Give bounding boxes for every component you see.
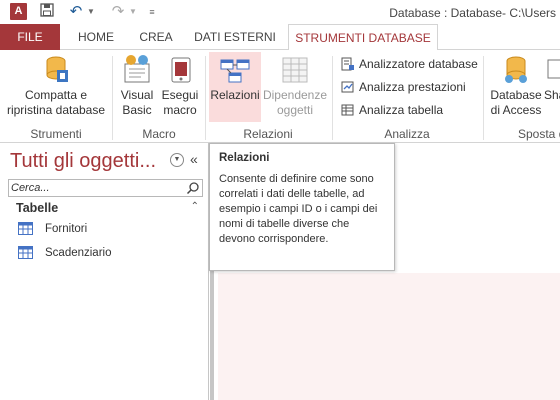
access-app-icon[interactable]: A: [10, 3, 27, 20]
tab-crea[interactable]: CREA: [130, 24, 182, 50]
compact-repair-icon: [40, 52, 72, 86]
group-label-strumenti: Strumenti: [30, 127, 82, 141]
group-label-macro: Macro: [142, 127, 176, 141]
undo-icon[interactable]: ↶: [68, 3, 84, 21]
visual-basic-button[interactable]: Visual Basic: [117, 52, 157, 118]
compact-repair-label-2: ripristina database: [6, 103, 106, 117]
nav-pane-title[interactable]: Tutti gli oggetti...: [10, 150, 156, 173]
tab-strumenti-database[interactable]: STRUMENTI DATABASE: [288, 24, 438, 51]
nav-group-header[interactable]: Tabelle ⌃: [8, 201, 203, 219]
list-item[interactable]: Fornitori: [18, 219, 198, 239]
save-icon[interactable]: [38, 3, 56, 21]
ribbon: Compatta e ripristina database Strumenti…: [0, 50, 560, 143]
analyze-table-icon: [341, 104, 354, 116]
ribbon-separator: [112, 56, 113, 140]
relationships-tooltip: Relazioni Consente di definire come sono…: [209, 143, 395, 271]
run-macro-label-1: Esegui: [161, 88, 199, 102]
visual-basic-label-1: Visual: [120, 88, 154, 102]
analyze-table-button[interactable]: Analizza tabella: [341, 100, 443, 120]
nav-search-box: [8, 179, 203, 197]
list-item-label: Scadenziario: [45, 247, 112, 259]
database-documenter-label: Analizzatore database: [359, 57, 478, 71]
compact-repair-button[interactable]: Compatta e ripristina database: [6, 52, 106, 118]
ribbon-separator: [205, 56, 206, 140]
analyze-performance-icon: [341, 81, 354, 93]
group-label-sposta: Sposta d: [518, 127, 560, 141]
group-label-analizza: Analizza: [384, 127, 430, 141]
relationships-button[interactable]: Relazioni: [209, 52, 261, 122]
access-database-label-1: Database: [490, 88, 542, 102]
ribbon-separator: [332, 56, 333, 140]
relationships-label: Relazioni: [210, 88, 260, 102]
nav-group-label: Tabelle: [16, 201, 59, 215]
collapse-group-icon[interactable]: ⌃: [191, 201, 199, 212]
analyze-performance-button[interactable]: Analizza prestazioni: [341, 77, 466, 97]
ribbon-tabs: FILE HOME CREA DATI ESTERNI STRUMENTI DA…: [0, 24, 560, 51]
ribbon-separator: [483, 56, 484, 140]
visual-basic-icon: [121, 52, 153, 86]
main-background: [218, 273, 560, 400]
object-dependencies-button[interactable]: Dipendenze oggetti: [262, 52, 328, 118]
object-dependencies-label-1: Dipendenze: [262, 88, 328, 102]
group-label-relazioni: Relazioni: [243, 127, 293, 141]
run-macro-label-2: macro: [163, 103, 197, 117]
access-database-icon: [500, 52, 532, 86]
sharepoint-icon: [544, 52, 560, 86]
tab-file[interactable]: FILE: [0, 24, 60, 50]
customize-quick-access-icon[interactable]: ≡: [146, 3, 158, 21]
tooltip-body: Consente di definire come sono correlati…: [219, 173, 378, 245]
visual-basic-label-2: Basic: [122, 103, 152, 117]
sharepoint-label: Sha: [544, 88, 560, 102]
redo-icon[interactable]: ↷: [110, 3, 126, 21]
run-macro-button[interactable]: Esegui macro: [159, 52, 201, 118]
object-dependencies-label-2: oggetti: [276, 103, 314, 117]
navigation-pane: Tutti gli oggetti... ▼ « Tabelle ⌃ Forni…: [0, 143, 209, 400]
table-icon: [18, 246, 33, 259]
database-documenter-button[interactable]: Analizzatore database: [341, 54, 478, 74]
list-item[interactable]: Scadenziario: [18, 243, 198, 263]
tab-dati-esterni[interactable]: DATI ESTERNI: [188, 24, 282, 50]
list-item-label: Fornitori: [45, 223, 88, 235]
nav-search-input[interactable]: [9, 180, 179, 196]
search-icon[interactable]: [186, 181, 200, 195]
redo-dropdown-icon[interactable]: ▼: [128, 3, 138, 21]
run-macro-icon: [164, 52, 196, 86]
analyze-table-label: Analizza tabella: [359, 103, 444, 117]
sharepoint-button[interactable]: Sha: [544, 52, 560, 103]
tab-home[interactable]: HOME: [66, 24, 126, 50]
analyze-performance-label: Analizza prestazioni: [359, 80, 466, 94]
tooltip-title: Relazioni: [219, 152, 270, 164]
collapse-pane-icon[interactable]: «: [190, 151, 198, 167]
nav-dropdown-icon[interactable]: ▼: [170, 153, 184, 167]
window-title: Database : Database- C:\Users: [389, 6, 556, 20]
table-icon: [18, 222, 33, 235]
undo-dropdown-icon[interactable]: ▼: [86, 3, 96, 21]
access-database-button[interactable]: Database di Access: [488, 52, 544, 118]
access-database-label-2: di Access: [490, 103, 542, 117]
title-bar: A ↶ ▼ ↷ ▼ ≡ Database : Database- C:\User…: [0, 0, 560, 24]
database-documenter-icon: [341, 57, 354, 71]
object-dependencies-icon: [279, 52, 311, 86]
compact-repair-label-1: Compatta e: [24, 88, 88, 102]
relationships-icon: [219, 52, 251, 86]
